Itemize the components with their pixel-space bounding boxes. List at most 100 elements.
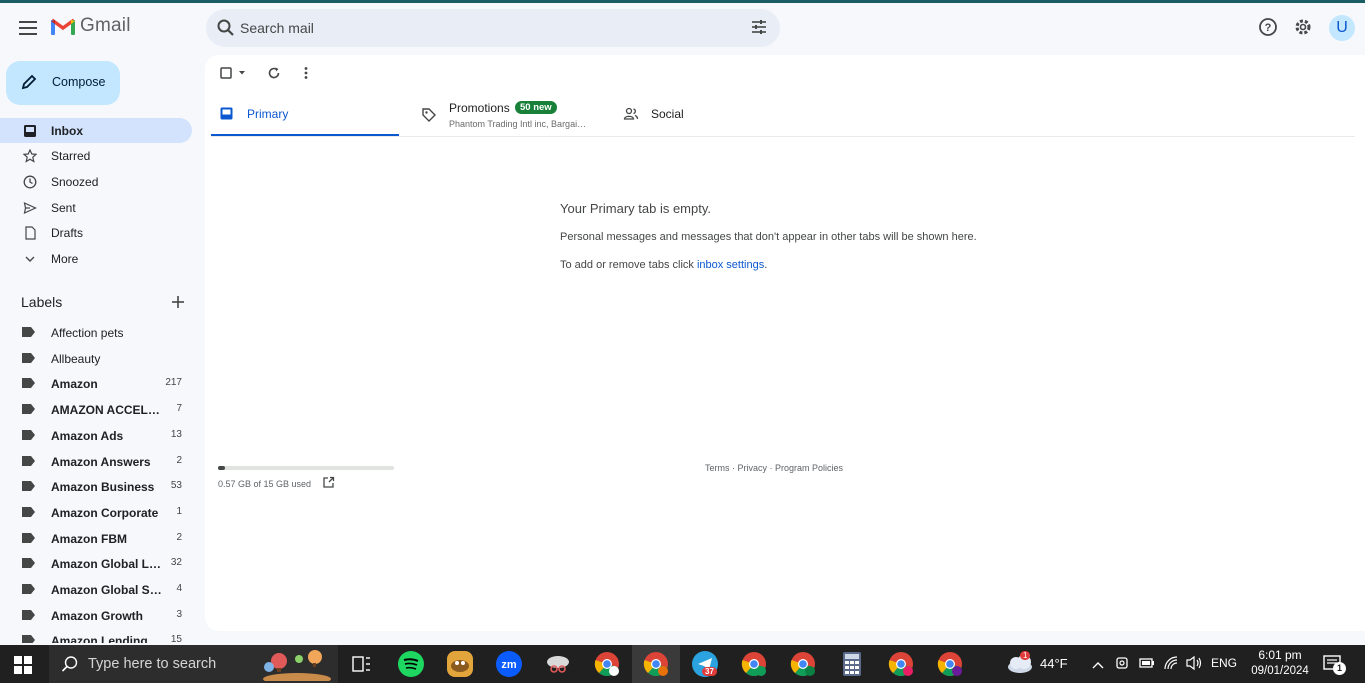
tab-social[interactable]: Social	[621, 93, 751, 137]
label-item[interactable]: Amazon Ads 13	[0, 423, 192, 448]
nav-item-more[interactable]: More	[0, 246, 192, 271]
svg-text:?: ?	[1265, 22, 1272, 34]
task-view-button[interactable]	[348, 651, 374, 677]
caret-down-icon[interactable]	[237, 68, 247, 78]
network-tray[interactable]	[1163, 655, 1179, 674]
snipping-tool-icon	[547, 656, 569, 673]
taskbar-telegram[interactable]: 37	[692, 651, 718, 677]
gmail-logo[interactable]: Gmail	[50, 15, 131, 37]
new-count-badge: 50 new	[515, 101, 557, 114]
nav-label: Snoozed	[51, 175, 99, 189]
labels-heading: Labels	[21, 294, 63, 310]
input-language[interactable]: ENG	[1211, 656, 1237, 670]
taskbar-chrome-1[interactable]	[594, 651, 620, 677]
label-icon	[22, 584, 35, 594]
app-header: Gmail ? U	[0, 3, 1365, 53]
star-icon	[22, 148, 37, 163]
nav-item-inbox[interactable]: Inbox	[0, 118, 192, 143]
taskbar-spotify[interactable]	[398, 651, 424, 677]
label-item[interactable]: Amazon Business 53	[0, 474, 192, 499]
search-icon[interactable]	[216, 18, 236, 38]
taskbar-chrome-r[interactable]	[937, 651, 963, 677]
main-menu-button[interactable]	[14, 14, 42, 42]
label-unread-count: 1	[176, 506, 182, 517]
settings-button[interactable]	[1292, 16, 1314, 38]
label-item[interactable]: Amazon FBM 2	[0, 526, 192, 551]
label-item[interactable]: Amazon Global Selling 4	[0, 577, 192, 602]
hint-suffix: .	[764, 259, 768, 271]
account-avatar[interactable]: U	[1329, 15, 1355, 41]
tab-promotions[interactable]: Promotions 50 new Phantom Trading Intl i…	[415, 93, 615, 137]
nav-item-snoozed[interactable]: Snoozed	[0, 169, 192, 194]
select-all-checkbox[interactable]	[220, 65, 247, 81]
notification-center-button[interactable]: 1	[1323, 654, 1346, 677]
label-item[interactable]: Amazon Answers 2	[0, 449, 192, 474]
taskbar-app-creature[interactable]	[447, 651, 473, 677]
privacy-link[interactable]: Privacy	[738, 463, 768, 473]
refresh-button[interactable]	[267, 65, 281, 81]
label-item[interactable]: Amazon Global Logistics32	[0, 551, 192, 576]
tab-label: Promotions	[449, 101, 510, 115]
label-item[interactable]: AMAZON ACCELERATOR 7	[0, 397, 192, 422]
empty-state-hint: To add or remove tabs click inbox settin…	[560, 259, 767, 271]
taskbar-calculator[interactable]	[839, 651, 865, 677]
label-name: Amazon Answers	[51, 455, 151, 469]
weather-widget[interactable]: 1	[1006, 651, 1034, 678]
send-icon	[22, 200, 37, 215]
clock-date[interactable]: 09/01/2024	[1246, 665, 1314, 677]
more-actions-button[interactable]	[302, 65, 310, 81]
label-unread-count: 13	[170, 429, 182, 440]
taskbar-chrome-active[interactable]	[643, 651, 669, 677]
gear-icon	[1295, 19, 1311, 35]
taskbar-chrome-l[interactable]	[790, 651, 816, 677]
chrome-icon	[594, 652, 619, 676]
label-icon	[22, 635, 35, 643]
inbox-tab-icon	[220, 107, 233, 120]
creature-app-icon	[451, 660, 469, 672]
label-unread-count: 3	[176, 609, 182, 620]
chrome-icon	[643, 652, 668, 676]
search-bar[interactable]	[206, 9, 780, 47]
nav-item-sent[interactable]: Sent	[0, 195, 192, 220]
search-options-icon[interactable]	[750, 18, 768, 36]
volume-tray[interactable]	[1185, 655, 1203, 674]
label-unread-count: 53	[170, 480, 182, 491]
label-item[interactable]: Amazon 217	[0, 371, 192, 396]
taskbar-search-box[interactable]: Type here to search	[49, 645, 338, 683]
taskbar-chrome-m[interactable]	[741, 651, 767, 677]
hamburger-menu-icon	[19, 21, 37, 35]
label-item[interactable]: Amazon Growth 3	[0, 603, 192, 628]
label-icon	[22, 533, 35, 543]
label-item[interactable]: Allbeauty	[0, 346, 192, 371]
show-hidden-icons-button[interactable]	[1092, 657, 1104, 673]
terms-link[interactable]: Terms	[705, 463, 730, 473]
search-input[interactable]	[240, 9, 720, 47]
main-panel: Primary Promotions 50 new Phantom Tradin…	[205, 55, 1365, 631]
create-label-button[interactable]	[170, 294, 186, 310]
tab-primary[interactable]: Primary	[211, 93, 399, 137]
label-item[interactable]: Affection pets	[0, 320, 192, 345]
compose-button[interactable]: Compose	[6, 61, 120, 105]
support-button[interactable]: ?	[1257, 16, 1279, 38]
label-item[interactable]: Amazon Corporate 1	[0, 500, 192, 525]
manage-storage-link[interactable]	[322, 476, 335, 492]
taskbar-zoom[interactable]: zm	[496, 651, 522, 677]
label-unread-count: 2	[176, 532, 182, 543]
meet-now-tray[interactable]	[1116, 655, 1130, 674]
nav-item-starred[interactable]: Starred	[0, 143, 192, 168]
taskbar-chrome-s[interactable]	[888, 651, 914, 677]
program-policies-link[interactable]: Program Policies	[775, 463, 843, 473]
compose-label: Compose	[52, 75, 106, 89]
nav-item-drafts[interactable]: Drafts	[0, 220, 192, 245]
inbox-settings-link[interactable]: inbox settings	[697, 259, 764, 271]
label-item[interactable]: Amazon Lending 15	[0, 628, 192, 643]
start-button[interactable]	[14, 656, 32, 677]
label-name: Amazon	[51, 377, 98, 391]
taskbar-snipping-tool[interactable]	[545, 651, 571, 677]
battery-tray[interactable]	[1139, 656, 1155, 673]
help-icon: ?	[1259, 18, 1277, 36]
battery-icon	[1139, 658, 1154, 668]
tab-label: Primary	[247, 107, 289, 121]
clock-time[interactable]: 6:01 pm	[1250, 648, 1310, 662]
tag-icon	[422, 108, 436, 122]
